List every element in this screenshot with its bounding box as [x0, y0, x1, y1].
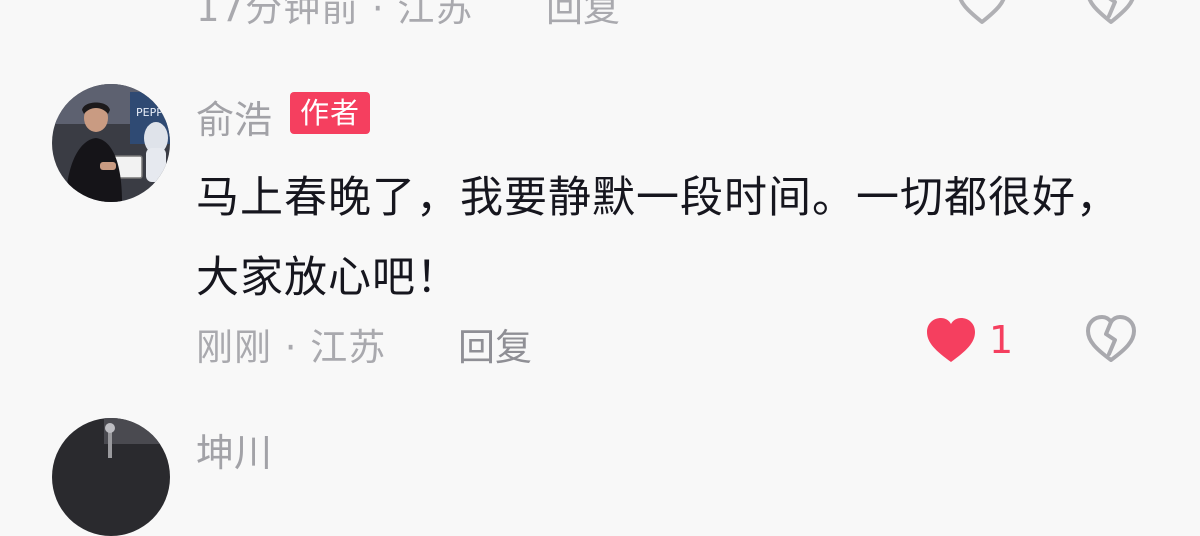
next-comment-avatar[interactable] [52, 418, 170, 536]
comment-text-line-2: 大家放心吧！ [196, 253, 460, 303]
next-comment-author-name[interactable]: 坤川 [196, 422, 272, 477]
comment-text-line-1: 马上春晚了，我要静默一段时间。一切都很好， [196, 173, 1120, 223]
previous-comment-like-icon[interactable] [955, 0, 1009, 30]
svg-text:PEPP: PEPP [136, 106, 163, 119]
previous-comment-reply-button[interactable]: 回复 [546, 0, 620, 32]
previous-comment-dislike-icon[interactable] [1084, 0, 1138, 30]
avatar[interactable]: PEPP [52, 84, 170, 202]
author-badge: 作者 [290, 92, 371, 134]
previous-comment-meta: 17分钟前 · 江苏 [196, 0, 474, 30]
like-count: 1 [989, 318, 1014, 362]
reply-button[interactable]: 回复 [458, 317, 532, 371]
comment-meta: 刚刚 · 江苏 [196, 326, 387, 369]
broken-heart-icon[interactable] [1085, 314, 1137, 364]
comment-author-name[interactable]: 俞浩 [196, 89, 272, 144]
heart-filled-icon[interactable] [925, 316, 977, 364]
